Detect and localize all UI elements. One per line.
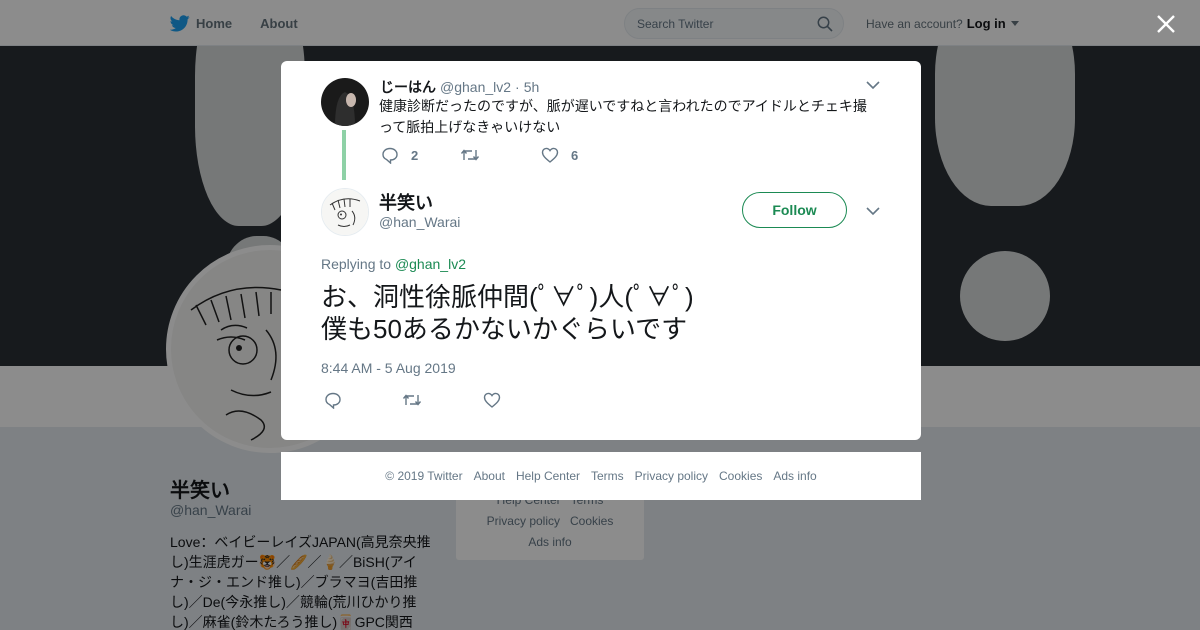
heart-icon [541, 147, 559, 163]
reply-icon [382, 147, 398, 164]
parent-separator: · [515, 79, 520, 95]
main-author-handle[interactable]: @han_Warai [379, 214, 460, 230]
main-tweet-datetime[interactable]: 8:44 AM - 5 Aug 2019 [321, 360, 456, 376]
main-retweet-action[interactable] [402, 392, 422, 408]
main-author-name[interactable]: 半笑い [379, 189, 433, 215]
main-like-action[interactable] [483, 392, 501, 408]
parent-author-name[interactable]: じーはん [380, 77, 436, 97]
parent-retweet-action[interactable] [460, 147, 492, 163]
parent-tweet-header: じーはん @ghan_lv2 · 5h [380, 77, 539, 97]
parent-reply-count: 2 [411, 148, 419, 163]
footer-link-privacy[interactable]: Privacy policy [635, 469, 708, 483]
thread-connector [342, 130, 346, 180]
retweet-icon [460, 149, 480, 161]
parent-reply-action[interactable]: 2 [381, 147, 418, 164]
parent-avatar[interactable] [321, 78, 369, 126]
parent-author-handle[interactable]: @ghan_lv2 [440, 79, 511, 95]
footer-link-terms[interactable]: Terms [591, 469, 624, 483]
close-icon[interactable] [1154, 12, 1178, 36]
replying-to: Replying to @ghan_lv2 [321, 256, 466, 272]
footer-link-about[interactable]: About [474, 469, 505, 483]
replying-prefix: Replying to [321, 256, 392, 272]
heart-icon [483, 392, 501, 408]
replying-to-handle[interactable]: @ghan_lv2 [395, 256, 466, 272]
reply-icon [325, 392, 341, 409]
footer-link-cookies[interactable]: Cookies [719, 469, 762, 483]
parent-timestamp[interactable]: 5h [524, 79, 540, 95]
main-chevron-down-icon[interactable] [866, 206, 880, 216]
footer-link-help-center[interactable]: Help Center [516, 469, 580, 483]
main-reply-action[interactable] [324, 392, 342, 409]
footer-copyright: © 2019 Twitter [385, 469, 463, 483]
footer-link-ads-info[interactable]: Ads info [773, 469, 816, 483]
main-author-avatar[interactable] [321, 188, 369, 236]
parent-chevron-down-icon[interactable] [866, 80, 880, 90]
parent-like-count: 6 [571, 147, 579, 163]
retweet-icon [402, 394, 422, 406]
main-tweet-text: お、洞性徐脈仲間(ﾟ∀ﾟ)人(ﾟ∀ﾟ) 僕も50あるかないかぐらいです [321, 282, 694, 344]
parent-tweet-text: 健康診断だったのですが、脈が遅いですねと言われたのでアイドルとチェキ撮って脈拍上… [379, 98, 867, 135]
follow-button[interactable]: Follow [742, 192, 847, 228]
parent-like-action[interactable]: 6 [541, 147, 578, 163]
modal-footer: © 2019 Twitter About Help Center Terms P… [281, 452, 921, 500]
